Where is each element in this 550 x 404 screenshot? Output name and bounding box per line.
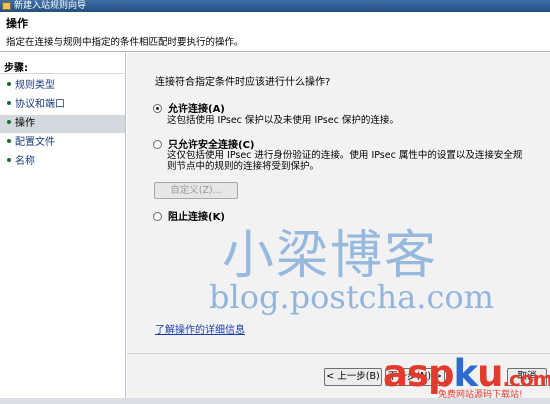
step-bullet-icon bbox=[7, 101, 11, 105]
sidebar-item-protocol-port[interactable]: 协议和端口 bbox=[0, 96, 125, 114]
sidebar-item-label: 协议和端口 bbox=[15, 99, 65, 110]
back-button[interactable]: < 上一步(B) bbox=[324, 368, 382, 386]
taskbar-strip bbox=[0, 398, 550, 404]
sidebar-item-label: 规则类型 bbox=[15, 80, 55, 91]
secure-connection-option[interactable]: 只允许安全连接(C) bbox=[153, 136, 254, 151]
sidebar-item-profile[interactable]: 配置文件 bbox=[0, 134, 125, 152]
allow-connection-radio[interactable] bbox=[153, 103, 162, 113]
action-question: 连接符合指定条件时应该进行什么操作? bbox=[155, 77, 331, 88]
secure-connection-radio[interactable] bbox=[153, 139, 162, 149]
step-bullet-icon bbox=[7, 139, 11, 143]
steps-divider bbox=[0, 73, 126, 74]
allow-connection-description: 这包括使用 IPsec 保护以及未使用 IPsec 保护的连接。 bbox=[167, 115, 399, 126]
wizard-header: 操作 指定在连接与规则中指定的条件相匹配时要执行的操作。 bbox=[0, 12, 550, 52]
step-bullet-icon bbox=[7, 82, 11, 86]
page-title: 操作 bbox=[6, 17, 28, 30]
site-logo: aspku.com bbox=[383, 352, 550, 395]
step-bullet-icon bbox=[7, 120, 11, 124]
steps-sidebar: 步骤: 规则类型 协议和端口 操作 配置文件 名称 bbox=[0, 53, 126, 404]
watermark-url: blog.postcha.com bbox=[209, 278, 494, 316]
allow-connection-label: 允许连接(A) bbox=[168, 104, 225, 115]
block-connection-radio[interactable] bbox=[153, 211, 162, 221]
step-bullet-icon bbox=[7, 158, 11, 162]
window-title: 新建入站规则向导 bbox=[14, 1, 87, 11]
sidebar-item-label: 配置文件 bbox=[15, 137, 55, 148]
sidebar-item-name[interactable]: 名称 bbox=[0, 153, 125, 171]
watermark-text: 小梁博客 bbox=[222, 226, 439, 286]
steps-label: 步骤: bbox=[4, 63, 28, 74]
wizard-icon bbox=[2, 2, 11, 10]
learn-more-link[interactable]: 了解操作的详细信息 bbox=[155, 321, 245, 336]
customize-button[interactable]: 自定义(Z)... bbox=[154, 182, 238, 199]
page-description: 指定在连接与规则中指定的条件相匹配时要执行的操作。 bbox=[6, 37, 244, 48]
block-connection-label: 阻止连接(K) bbox=[168, 212, 225, 223]
sidebar-item-action[interactable]: 操作 bbox=[0, 115, 125, 133]
sidebar-item-label: 名称 bbox=[15, 156, 35, 167]
secure-connection-description: 这仅包括使用 IPsec 进行身份验证的连接。使用 IPsec 属性中的设置以及… bbox=[167, 150, 523, 172]
sidebar-item-rule-type[interactable]: 规则类型 bbox=[0, 77, 125, 95]
sidebar-item-label: 操作 bbox=[15, 118, 35, 129]
block-connection-option[interactable]: 阻止连接(K) bbox=[153, 208, 225, 223]
allow-connection-option[interactable]: 允许连接(A) bbox=[153, 100, 225, 115]
title-bar: 新建入站规则向导 bbox=[0, 0, 550, 12]
